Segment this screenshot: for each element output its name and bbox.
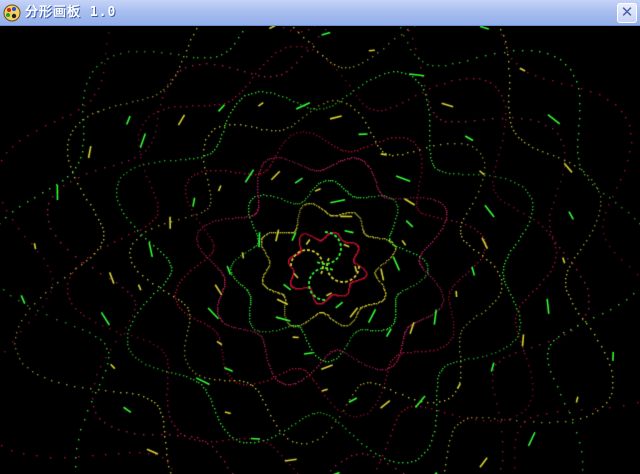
app-window: 分形画板 1.0 ✕	[0, 0, 640, 474]
title-bar[interactable]: 分形画板 1.0 ✕	[0, 0, 640, 26]
paint-palette-icon	[3, 4, 21, 22]
window-title: 分形画板 1.0	[25, 5, 117, 20]
fractal-canvas[interactable]	[0, 26, 640, 474]
drawing-canvas[interactable]	[0, 26, 640, 474]
close-button[interactable]: ✕	[617, 3, 637, 23]
